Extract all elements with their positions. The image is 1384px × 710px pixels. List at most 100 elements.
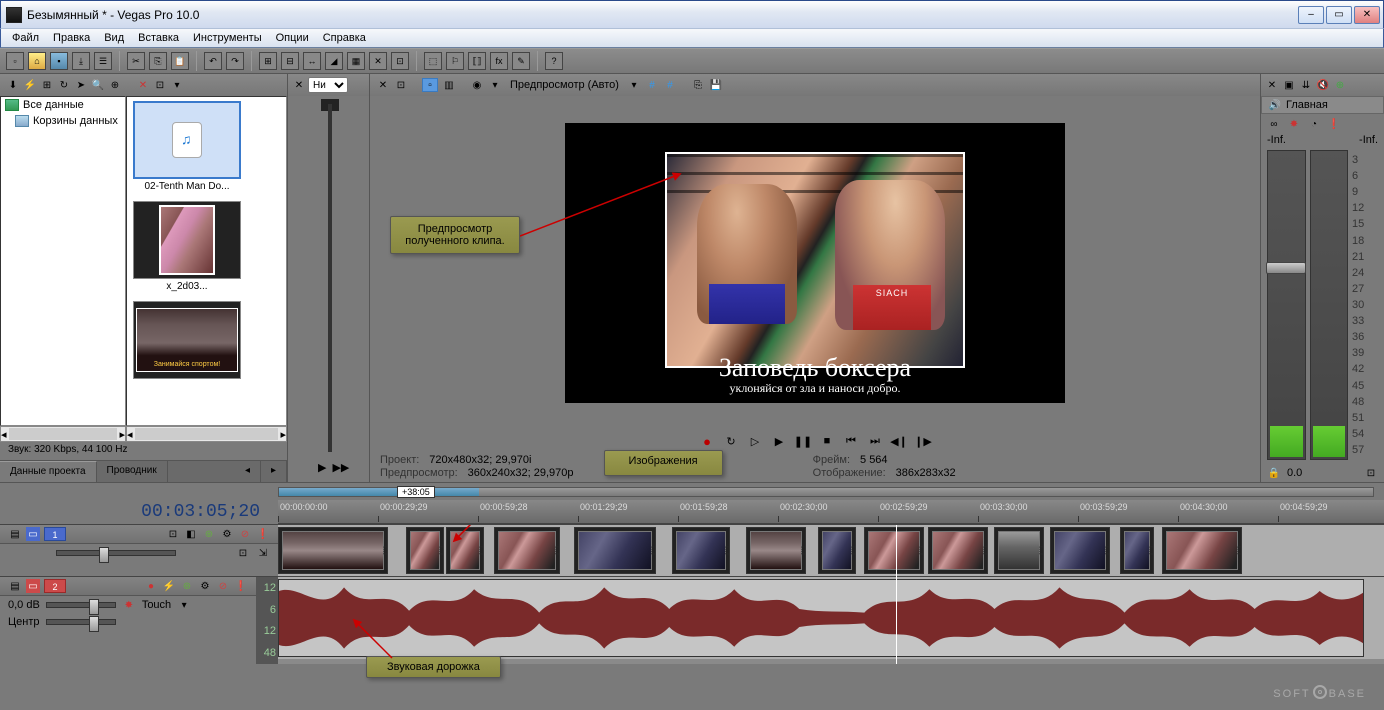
mixer-gear-icon[interactable]: ✸ xyxy=(1287,117,1301,131)
video-clip[interactable] xyxy=(818,527,856,574)
pv-external-icon[interactable]: ▫ xyxy=(422,78,438,92)
arrow-icon[interactable]: ➤ xyxy=(74,78,88,92)
snap-icon[interactable]: ⊞ xyxy=(259,52,277,70)
vtrack-solo-icon[interactable]: ❗ xyxy=(256,527,270,541)
video-clip[interactable] xyxy=(446,527,484,574)
ripple-icon[interactable]: ↔ xyxy=(303,52,321,70)
mx-mute-icon[interactable]: 🔇 xyxy=(1316,78,1330,92)
atrack-auto-icon[interactable]: ⚙ xyxy=(198,579,212,593)
import-icon[interactable]: ⬇ xyxy=(6,78,20,92)
maximize-button[interactable]: ▭ xyxy=(1326,6,1352,24)
video-clip[interactable] xyxy=(1120,527,1154,574)
video-track[interactable] xyxy=(278,525,1384,577)
go-end-button[interactable]: ⏭ xyxy=(868,434,882,448)
vtrack-motion-icon[interactable]: ⊡ xyxy=(236,546,250,560)
video-clip[interactable] xyxy=(928,527,988,574)
play-start-button[interactable]: ▷ xyxy=(748,434,762,448)
menu-edit[interactable]: Правка xyxy=(46,30,97,46)
bolt-icon[interactable]: ⚡ xyxy=(23,78,37,92)
mx-close-icon[interactable]: ✕ xyxy=(1265,78,1279,92)
menu-help[interactable]: Справка xyxy=(316,30,373,46)
thumb-audio[interactable]: 02-Tenth Man Do... xyxy=(133,101,241,192)
mx-dim-icon[interactable]: ▣ xyxy=(1282,78,1296,92)
mixer-meter-right[interactable] xyxy=(1310,150,1349,460)
mixer-expand-icon[interactable]: ⊡ xyxy=(1364,466,1378,480)
atrack-solo-icon[interactable]: ❗ xyxy=(234,579,248,593)
video-clip[interactable] xyxy=(1162,527,1242,574)
props2-icon[interactable]: ⊡ xyxy=(153,78,167,92)
video-clip[interactable] xyxy=(1050,527,1110,574)
atrack-fx-icon[interactable]: ⊕ xyxy=(180,579,194,593)
go-start-button[interactable]: ⏮ xyxy=(844,434,858,448)
tree-all-media[interactable]: Все данные xyxy=(1,97,125,113)
pv-split-icon[interactable]: ▥ xyxy=(442,78,456,92)
pause-button[interactable]: ❚❚ xyxy=(796,434,810,448)
trimmer-track[interactable] xyxy=(328,104,332,452)
cut-icon[interactable]: ✂ xyxy=(127,52,145,70)
trimmer-skip-icon[interactable]: ▶▶ xyxy=(332,461,349,474)
trimmer-close-icon[interactable]: ✕ xyxy=(292,78,306,92)
crossfade-icon[interactable]: ✕ xyxy=(369,52,387,70)
tree-scrollbar[interactable]: ◂▸ xyxy=(0,426,126,442)
vtrack-fx-icon[interactable]: ⊕ xyxy=(202,527,216,541)
vtrack-max-icon[interactable]: ▭ xyxy=(26,527,40,541)
delete-icon[interactable]: ✕ xyxy=(136,78,150,92)
zoom-icon[interactable]: ⊕ xyxy=(108,78,122,92)
timeline-ruler[interactable]: 00:00:00:00 00:00:29;29 00:00:59;28 00:0… xyxy=(278,500,1384,524)
vtrack-min-icon[interactable]: ▤ xyxy=(8,527,22,541)
tab-scroll-right[interactable]: ▸ xyxy=(261,461,287,482)
copy-icon[interactable]: ⎘ xyxy=(149,52,167,70)
atrack-pan-slider[interactable] xyxy=(46,619,116,625)
track-content[interactable] xyxy=(278,525,1384,664)
help-icon[interactable]: ? xyxy=(545,52,563,70)
tab-project-media[interactable]: Данные проекта xyxy=(0,461,97,482)
vtrack-bypass-icon[interactable]: ⊡ xyxy=(166,527,180,541)
loop-button[interactable]: ↻ xyxy=(724,434,738,448)
save-icon[interactable]: ▪ xyxy=(50,52,68,70)
vtrack-mute-icon[interactable]: ⊘ xyxy=(238,527,252,541)
mixer-meter-left[interactable] xyxy=(1267,150,1306,460)
refresh-icon[interactable]: ↻ xyxy=(57,78,71,92)
mixer-lock-icon[interactable]: 🔒 xyxy=(1267,466,1281,480)
atrack-touch-drop-icon[interactable]: ▾ xyxy=(177,598,191,612)
video-clip[interactable] xyxy=(746,527,806,574)
atrack-number[interactable]: 2 xyxy=(44,579,66,593)
media-tree[interactable]: Все данные Корзины данных xyxy=(0,96,126,426)
vtrack-child-icon[interactable]: ⇲ xyxy=(256,546,270,560)
region-icon[interactable]: ⟦⟧ xyxy=(468,52,486,70)
close-button[interactable]: ✕ xyxy=(1354,6,1380,24)
menu-view[interactable]: Вид xyxy=(97,30,131,46)
render-icon[interactable]: ⤓ xyxy=(72,52,90,70)
pv-mode-label[interactable]: Предпросмотр (Авто) xyxy=(506,79,623,91)
mixer-clock-icon[interactable]: ◔ xyxy=(1307,117,1321,131)
view-icon[interactable]: ▾ xyxy=(170,78,184,92)
thumb-image-2[interactable] xyxy=(133,301,241,381)
atrack-max-icon[interactable]: ▭ xyxy=(26,579,40,593)
audio-clip[interactable] xyxy=(278,579,1364,657)
pv-quality-icon[interactable]: ◉ xyxy=(470,78,484,92)
quantize-icon[interactable]: ▦ xyxy=(347,52,365,70)
pv-mode-drop-icon[interactable]: ▾ xyxy=(627,78,641,92)
open-icon[interactable]: ⌂ xyxy=(28,52,46,70)
audio-track[interactable] xyxy=(278,577,1384,659)
atrack-inv-icon[interactable]: ⚡ xyxy=(162,579,176,593)
thumb-image-1[interactable]: x_2d03... xyxy=(133,201,241,292)
vtrack-comp-icon[interactable]: ◧ xyxy=(184,527,198,541)
mixer-link-icon[interactable]: ∞ xyxy=(1267,117,1281,131)
search-icon[interactable]: 🔍 xyxy=(91,78,105,92)
mixer-fader[interactable] xyxy=(1266,262,1306,274)
menu-insert[interactable]: Вставка xyxy=(131,30,186,46)
atrack-gear-icon[interactable]: ✸ xyxy=(122,598,136,612)
video-clip[interactable] xyxy=(672,527,730,574)
step-back-button[interactable]: ◀❙ xyxy=(892,434,906,448)
pv-save-icon[interactable]: 💾 xyxy=(709,78,723,92)
overview-bar[interactable]: +38:05 xyxy=(0,482,1384,500)
record-button[interactable]: ● xyxy=(700,434,714,448)
tab-scroll-left[interactable]: ◂ xyxy=(235,461,261,482)
props-icon[interactable]: ☰ xyxy=(94,52,112,70)
tree-bins[interactable]: Корзины данных xyxy=(1,113,125,129)
redo-icon[interactable]: ↷ xyxy=(226,52,244,70)
capture-icon[interactable]: ⊞ xyxy=(40,78,54,92)
pv-overlay1-icon[interactable]: # xyxy=(645,78,659,92)
mixer-warn-icon[interactable]: ❗ xyxy=(1327,117,1341,131)
